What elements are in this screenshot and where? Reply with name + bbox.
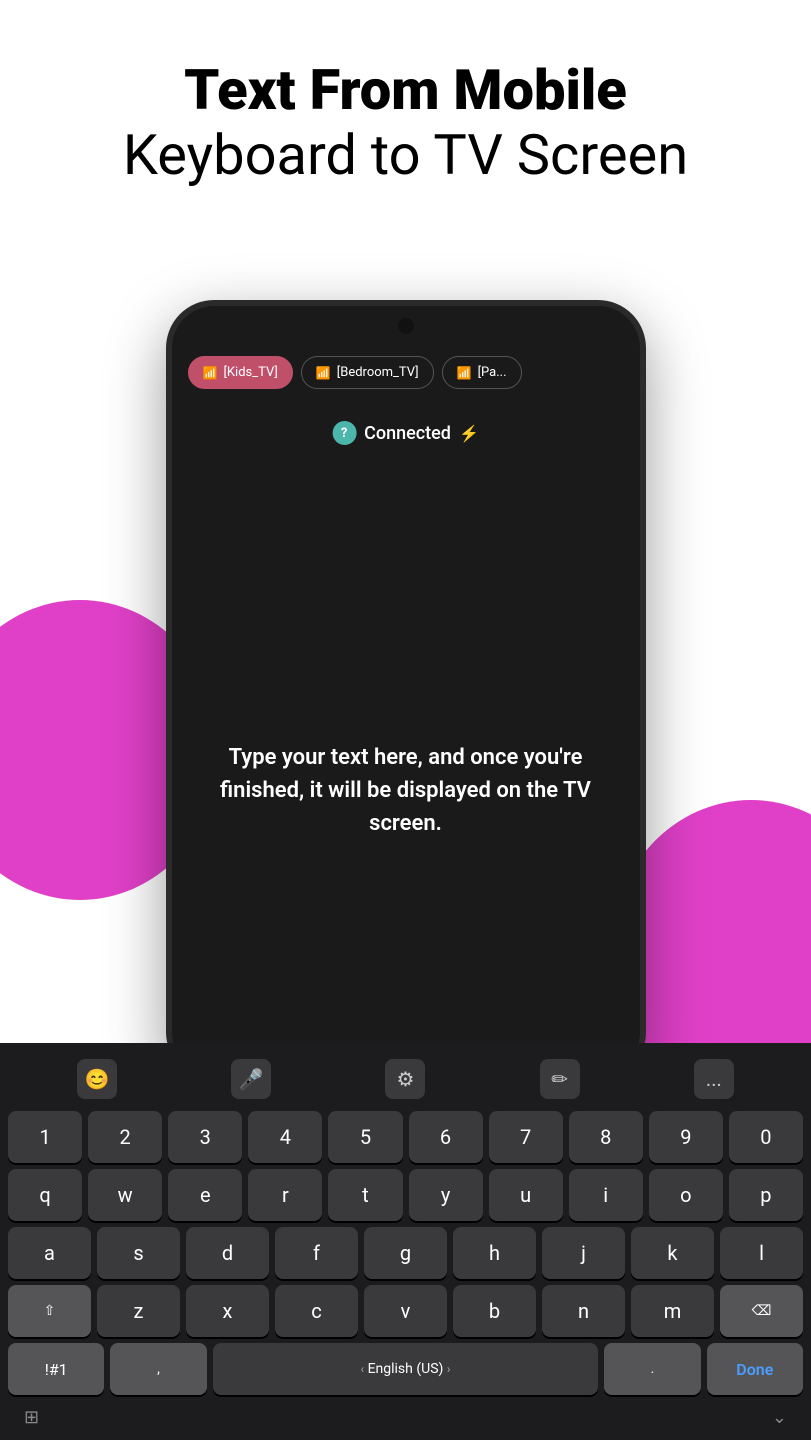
key-6[interactable]: 6 [409,1111,483,1163]
type-text-area: Type your text here, and once you're fin… [172,506,640,1074]
bluetooth-icon: ⚡ [459,424,479,443]
key-f[interactable]: f [275,1227,358,1279]
connected-text: Connected [364,423,451,444]
emoji-button[interactable]: 😊 [77,1059,117,1099]
key-7[interactable]: 7 [489,1111,563,1163]
key-n[interactable]: n [542,1285,625,1337]
symbols-key[interactable]: !#1 [8,1343,104,1395]
type-text-content: Type your text here, and once you're fin… [192,741,620,840]
wifi-icon-bedroom: 📶 [316,366,331,380]
keyboard-collapse-icon[interactable]: ⌄ [772,1407,787,1428]
wifi-icon-kids: 📶 [203,366,218,380]
asdf-row: a s d f g h j k l [4,1227,807,1279]
key-v[interactable]: v [364,1285,447,1337]
key-z[interactable]: z [97,1285,180,1337]
key-i[interactable]: i [569,1169,643,1221]
tv-chip-pa[interactable]: 📶 [Pa... [442,356,522,389]
key-p[interactable]: p [729,1169,803,1221]
key-g[interactable]: g [364,1227,447,1279]
key-h[interactable]: h [453,1227,536,1279]
key-c[interactable]: c [275,1285,358,1337]
chip-label-bedroom: [Bedroom_TV] [337,365,419,380]
key-b[interactable]: b [453,1285,536,1337]
keyboard-toolbar: 😊 🎤 ⚙ ✏ ... [4,1051,807,1107]
key-k[interactable]: k [631,1227,714,1279]
key-d[interactable]: d [186,1227,269,1279]
phone-notch [398,318,414,334]
more-button[interactable]: ... [694,1059,734,1099]
key-w[interactable]: w [88,1169,162,1221]
chip-label-kids: [Kids_TV] [223,365,277,380]
header-section: Text From Mobile Keyboard to TV Screen [0,0,811,209]
header-subtitle: Keyboard to TV Screen [40,122,771,189]
bottom-row: !#1 , ‹ English (US) › . Done [4,1343,807,1395]
tv-chip-kids[interactable]: 📶 [Kids_TV] [188,356,293,389]
keyboard-container: 😊 🎤 ⚙ ✏ ... 1 2 3 4 5 6 7 8 9 0 q w e r … [0,1043,811,1440]
key-1[interactable]: 1 [8,1111,82,1163]
key-5[interactable]: 5 [328,1111,402,1163]
connected-status: ? Connected ⚡ [332,421,479,445]
keyboard-grid-icon[interactable]: ⊞ [24,1407,39,1428]
key-2[interactable]: 2 [88,1111,162,1163]
key-x[interactable]: x [186,1285,269,1337]
wifi-icon-pa: 📶 [457,366,472,380]
period-key[interactable]: . [604,1343,700,1395]
comma-key[interactable]: , [110,1343,206,1395]
key-y[interactable]: y [409,1169,483,1221]
key-4[interactable]: 4 [248,1111,322,1163]
key-r[interactable]: r [248,1169,322,1221]
tv-chip-bedroom[interactable]: 📶 [Bedroom_TV] [301,356,434,389]
zxcv-row: ⇧ z x c v b n m ⌫ [4,1285,807,1337]
number-row: 1 2 3 4 5 6 7 8 9 0 [4,1111,807,1163]
key-j[interactable]: j [542,1227,625,1279]
keyboard-bottom-bar: ⊞ ⌄ [4,1401,807,1428]
key-o[interactable]: o [649,1169,723,1221]
key-t[interactable]: t [328,1169,402,1221]
language-next-icon: › [447,1362,451,1376]
key-s[interactable]: s [97,1227,180,1279]
phone-container: 📶 [Kids_TV] 📶 [Bedroom_TV] 📶 [Pa... ? Co… [166,300,646,1080]
chip-label-pa: [Pa... [478,365,507,380]
done-key[interactable]: Done [707,1343,803,1395]
space-key[interactable]: ‹ English (US) › [213,1343,599,1395]
key-e[interactable]: e [168,1169,242,1221]
connected-dot-icon: ? [332,421,356,445]
header-title: Text From Mobile [40,60,771,122]
key-q[interactable]: q [8,1169,82,1221]
key-l[interactable]: l [720,1227,803,1279]
key-3[interactable]: 3 [168,1111,242,1163]
phone-frame: 📶 [Kids_TV] 📶 [Bedroom_TV] 📶 [Pa... ? Co… [166,300,646,1080]
mic-button[interactable]: 🎤 [231,1059,271,1099]
qwerty-row: q w e r t y u i o p [4,1169,807,1221]
shift-key[interactable]: ⇧ [8,1285,91,1337]
settings-button[interactable]: ⚙ [385,1059,425,1099]
key-9[interactable]: 9 [649,1111,723,1163]
space-label: English (US) [368,1361,444,1377]
tv-chips: 📶 [Kids_TV] 📶 [Bedroom_TV] 📶 [Pa... [172,356,640,389]
key-u[interactable]: u [489,1169,563,1221]
text-style-button[interactable]: ✏ [540,1059,580,1099]
key-8[interactable]: 8 [569,1111,643,1163]
backspace-key[interactable]: ⌫ [720,1285,803,1337]
key-m[interactable]: m [631,1285,714,1337]
key-0[interactable]: 0 [729,1111,803,1163]
key-a[interactable]: a [8,1227,91,1279]
language-prev-icon: ‹ [360,1362,364,1376]
